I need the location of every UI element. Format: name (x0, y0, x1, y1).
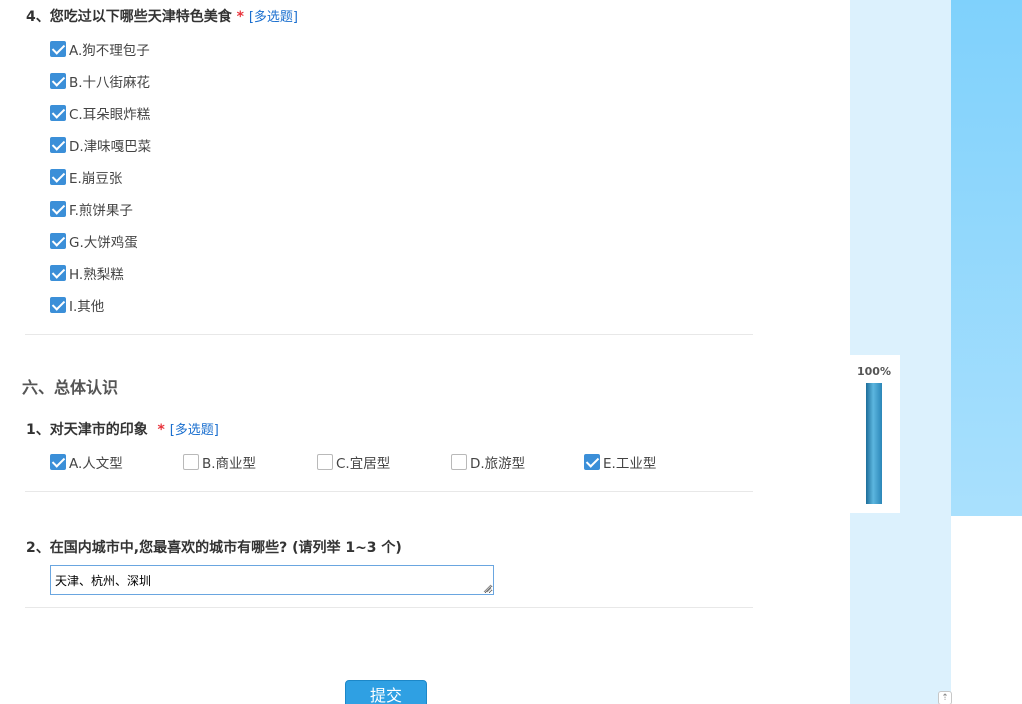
q4-option-f[interactable]: F.煎饼果子 (50, 199, 133, 219)
option-label: E.工业型 (603, 456, 657, 472)
favorite-cities-input[interactable]: 天津、杭州、深圳 (50, 565, 494, 595)
q1-option-c[interactable]: C.宜居型 (317, 452, 390, 472)
question-text: 在国内城市中,您最喜欢的城市有哪些? (请列举 1~3 个) (49, 540, 402, 556)
divider (25, 607, 753, 608)
option-label: A.人文型 (69, 456, 123, 472)
option-label: G.大饼鸡蛋 (69, 235, 138, 251)
checkbox[interactable] (50, 41, 66, 57)
q1-option-d[interactable]: D.旅游型 (451, 452, 525, 472)
question-number: 1、 (26, 422, 50, 438)
question-number: 2、 (26, 540, 50, 556)
q4-option-h[interactable]: H.熟梨糕 (50, 263, 124, 283)
checkbox[interactable] (50, 233, 66, 249)
q4-option-a[interactable]: A.狗不理包子 (50, 39, 150, 59)
option-label: C.宜居型 (336, 456, 391, 472)
q4-option-e[interactable]: E.崩豆张 (50, 167, 122, 187)
q4-option-c[interactable]: C.耳朵眼炸糕 (50, 103, 150, 123)
checkbox[interactable] (584, 454, 600, 470)
multi-select-tag: [多选题] (248, 10, 298, 25)
question-text: 您吃过以下哪些天津特色美食 (49, 9, 232, 25)
option-label: I.其他 (69, 299, 105, 315)
progress-panel: 100% (850, 0, 951, 704)
divider (25, 334, 753, 335)
option-label: B.十八街麻花 (69, 75, 151, 91)
option-label: B.商业型 (202, 456, 257, 472)
checkbox[interactable] (183, 454, 199, 470)
section-title: 六、总体认识 (22, 378, 119, 397)
question-1-title: 1、对天津市的印象 * [多选题] (26, 419, 219, 439)
survey-form: 4、您吃过以下哪些天津特色美食 * [多选题] A.狗不理包子 B.十八街麻花 … (0, 0, 850, 704)
question-2-title: 2、在国内城市中,您最喜欢的城市有哪些? (请列举 1~3 个) (26, 537, 402, 557)
required-mark: * (236, 9, 244, 25)
checkbox[interactable] (50, 201, 66, 217)
q4-option-g[interactable]: G.大饼鸡蛋 (50, 231, 138, 251)
submit-button[interactable]: 提交 (345, 680, 427, 704)
checkbox[interactable] (50, 169, 66, 185)
question-text: 对天津市的印象 (49, 422, 148, 438)
q1-option-a[interactable]: A.人文型 (50, 452, 123, 472)
checkbox[interactable] (50, 73, 66, 89)
checkbox[interactable] (50, 137, 66, 153)
multi-select-tag: [多选题] (169, 423, 219, 438)
option-label: C.耳朵眼炸糕 (69, 107, 151, 123)
checkbox[interactable] (50, 265, 66, 281)
progress-percentage: 100% (857, 365, 891, 378)
checkbox[interactable] (317, 454, 333, 470)
question-number: 4、 (26, 9, 50, 25)
q4-option-i[interactable]: I.其他 (50, 295, 104, 315)
q4-option-b[interactable]: B.十八街麻花 (50, 71, 150, 91)
q1-option-e[interactable]: E.工业型 (584, 452, 656, 472)
required-mark: * (157, 422, 165, 438)
checkbox[interactable] (50, 297, 66, 313)
progress-card: 100% (850, 355, 900, 513)
divider (25, 491, 753, 492)
question-4-title: 4、您吃过以下哪些天津特色美食 * [多选题] (26, 6, 298, 26)
corner-scroll-icon[interactable]: ⇡ (938, 691, 952, 704)
checkbox[interactable] (50, 454, 66, 470)
checkbox[interactable] (451, 454, 467, 470)
option-label: D.津味嘎巴菜 (69, 139, 152, 155)
q4-option-d[interactable]: D.津味嘎巴菜 (50, 135, 151, 155)
option-label: F.煎饼果子 (69, 203, 133, 219)
right-side-panel (951, 0, 1022, 516)
progress-bar (866, 383, 882, 504)
option-label: E.崩豆张 (69, 171, 123, 187)
option-label: A.狗不理包子 (69, 43, 150, 59)
q1-option-b[interactable]: B.商业型 (183, 452, 256, 472)
option-label: H.熟梨糕 (69, 267, 124, 283)
option-label: D.旅游型 (470, 456, 526, 472)
progress-bar-fill (866, 383, 882, 504)
checkbox[interactable] (50, 105, 66, 121)
